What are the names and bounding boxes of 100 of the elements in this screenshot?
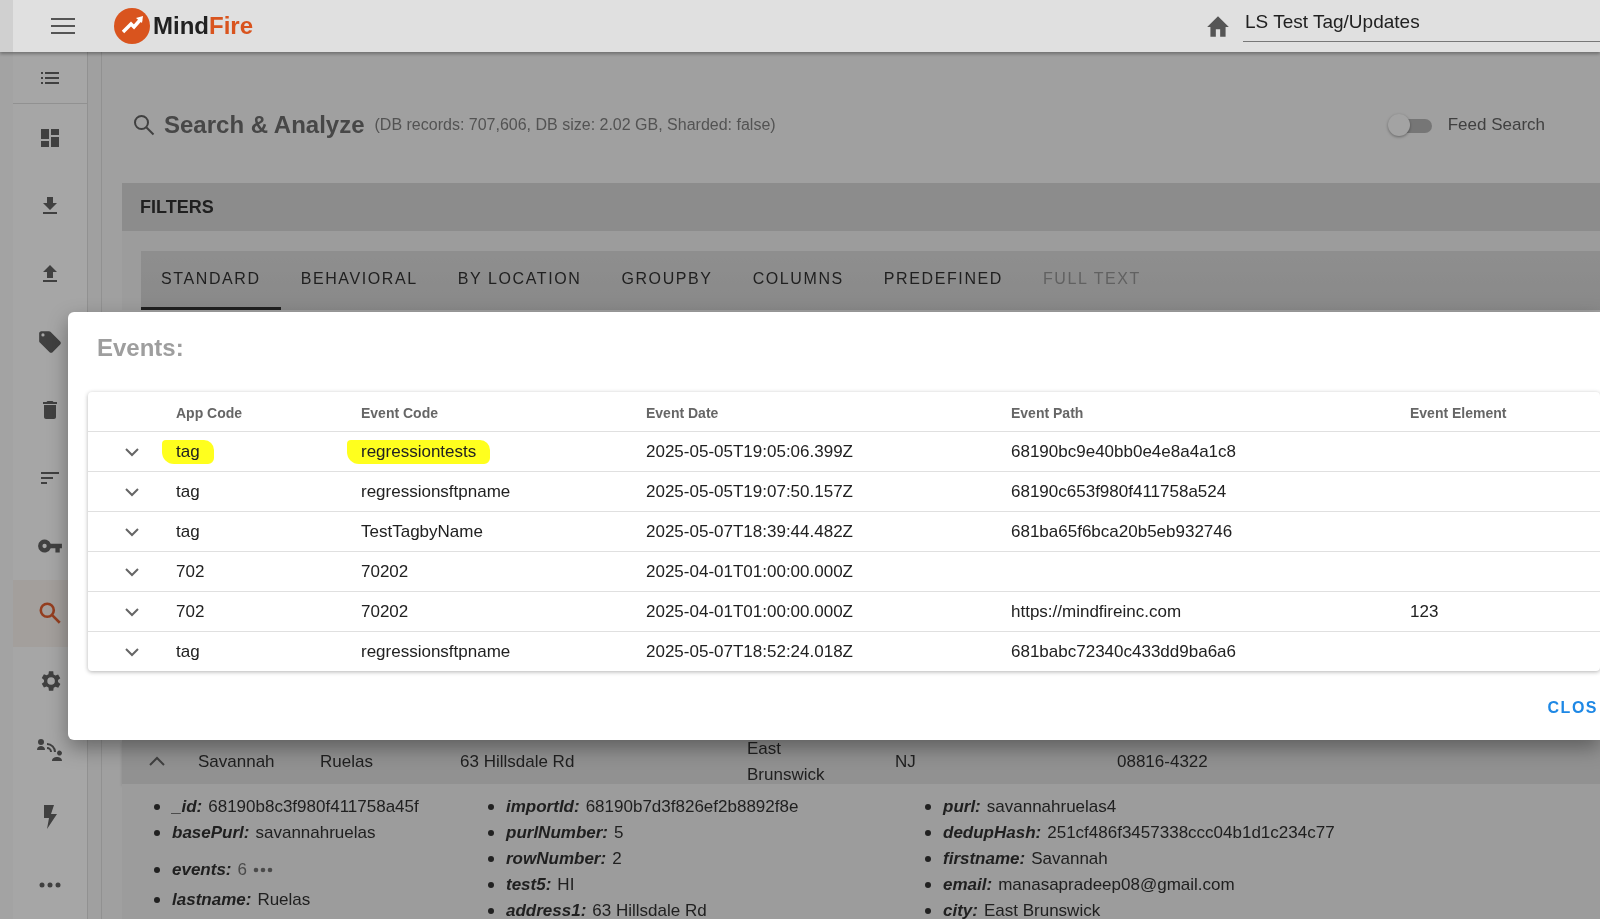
record-cell-text: Savannah (198, 751, 275, 773)
chevron-down-icon[interactable] (124, 566, 140, 577)
chevron-icon[interactable] (148, 756, 166, 768)
field-name: basePurl: (172, 823, 250, 843)
table-cell: 2025-05-05T19:05:06.399Z (646, 441, 853, 462)
filter-tab[interactable]: COLUMNS (732, 251, 864, 310)
table-cell: tag (176, 641, 200, 662)
bullet (925, 856, 931, 862)
feed-search-switch[interactable] (1387, 112, 1432, 137)
field-value: HI (557, 875, 575, 895)
field-name: events: (172, 859, 232, 880)
bullet (154, 866, 160, 873)
table-cell: 681babc72340c433dd9ba6a6 (1011, 641, 1236, 662)
record-cell-text: Ruelas (320, 751, 373, 773)
bullet (925, 882, 931, 888)
close-button[interactable]: CLOS (1543, 693, 1598, 723)
filter-tab[interactable]: BEHAVIORAL (280, 251, 438, 310)
record-cell-text: 63 Hillsdale Rd (460, 751, 575, 773)
record-cell-text: NJ (895, 751, 916, 773)
table-cell: 68190c653f980f411758a524 (1011, 481, 1227, 502)
bullet (925, 804, 931, 810)
record-row[interactable]: Savannah Ruelas 63 Hillsdale Rd East Brunswick NJ 08816-4322 (122, 740, 1600, 784)
field-value: 68190b7d3f826ef2b8892f8e (585, 797, 799, 817)
table-cell: 2025-05-07T18:39:44.482Z (646, 521, 853, 542)
logo-text: MindFire (153, 12, 253, 40)
logo-icon (114, 8, 150, 44)
table-cell: TestTagbyName (361, 521, 483, 542)
record-cell-text: 08816-4322 (1117, 751, 1208, 773)
field-name: _id: (172, 797, 203, 817)
table-cell: 70202 (361, 601, 409, 622)
chevron-down-icon[interactable] (124, 646, 140, 657)
column-header[interactable]: Event Code (361, 405, 438, 421)
field-name: rowNumber: (506, 849, 607, 869)
bullet (154, 804, 160, 810)
table-cell: regressionsftpname (361, 481, 511, 502)
person-signal-icon[interactable] (36, 736, 64, 763)
switch-label: Feed Search (1447, 114, 1545, 135)
edge-strip (0, 0, 13, 52)
chevron-down-icon[interactable] (124, 446, 140, 457)
field-value: 251cf486f3457338ccc04b1d1c234c77 (1047, 823, 1335, 843)
table-cell: 2025-04-01T01:00:00.000Z (646, 561, 853, 582)
field-value: 2 (612, 849, 622, 869)
table-cell: regressionsftpname (361, 641, 511, 662)
table-cell: 2025-04-01T01:00:00.000Z (646, 601, 853, 622)
column-header[interactable]: Event Path (1011, 405, 1084, 421)
bullet (154, 830, 160, 836)
bullet (488, 804, 494, 810)
tag-icon[interactable] (37, 328, 63, 355)
dialog-title: Events: (96, 333, 185, 363)
field-name: email: (943, 875, 993, 895)
more-icon[interactable] (39, 882, 61, 889)
bullet (154, 897, 160, 903)
column-header[interactable]: Event Date (646, 405, 719, 421)
table-cell: 2025-05-05T19:07:50.157Z (646, 481, 853, 502)
field-value: 5 (614, 823, 624, 843)
field-value: 6 (237, 859, 247, 880)
field-name: address1: (506, 901, 587, 919)
table-cell: 681ba65f6bca20b5eb932746 (1011, 521, 1233, 542)
field-value: Ruelas (257, 890, 311, 910)
field-value: 63 Hillsdale Rd (592, 901, 707, 919)
chevron-down-icon[interactable] (124, 606, 140, 617)
field-value: East Brunswick (983, 901, 1101, 919)
field-value: 68190b8c3f980f411758a45f (208, 797, 419, 817)
column-header[interactable]: App Code (176, 405, 243, 421)
home-icon[interactable] (1205, 14, 1231, 38)
breadcrumb-field[interactable]: LS Test Tag/Updates (1243, 5, 1600, 42)
table-cell: https://mindfireinc.com (1011, 601, 1182, 622)
field-name: purlNumber: (506, 823, 608, 843)
more-icon[interactable] (253, 866, 273, 873)
bullet (488, 908, 494, 914)
bullet (488, 856, 494, 862)
field-name: dedupHash: (943, 823, 1042, 843)
field-name: importId: (506, 797, 580, 817)
filter-tab[interactable]: GROUPBY (601, 251, 733, 310)
table-cell: 2025-05-07T18:52:24.018Z (646, 641, 853, 662)
chevron-down-icon[interactable] (124, 526, 140, 537)
bullet (488, 830, 494, 836)
field-name: firstname: (943, 849, 1026, 869)
column-header[interactable]: Event Element (1410, 405, 1507, 421)
table-cell: tag (162, 439, 214, 464)
table-cell: 702 (176, 561, 205, 582)
menu-icon[interactable] (51, 17, 75, 35)
chevron-down-icon[interactable] (124, 486, 140, 497)
filters-header: FILTERS (122, 183, 1600, 231)
field-value: Savannah (1031, 849, 1108, 869)
page-subtitle: (DB records: 707,606, DB size: 2.02 GB, Sharded: false) (374, 115, 776, 134)
filter-tab[interactable]: BY LOCATION (437, 251, 602, 310)
table-cell: regressiontests (347, 439, 491, 464)
table-cell: tag (176, 481, 200, 502)
filter-tab[interactable]: PREDEFINED (863, 251, 1023, 310)
field-name: lastname: (172, 890, 252, 910)
field-value: manasapradeep08@gmail.com (998, 875, 1235, 895)
field-value: savannahruelas4 (986, 797, 1117, 817)
table-cell: 702 (176, 601, 205, 622)
bullet (488, 882, 494, 888)
bullet (925, 908, 931, 914)
table-cell: tag (176, 521, 200, 542)
field-name: city: (943, 901, 978, 919)
table-cell: 70202 (361, 561, 409, 582)
search-icon (132, 112, 156, 137)
